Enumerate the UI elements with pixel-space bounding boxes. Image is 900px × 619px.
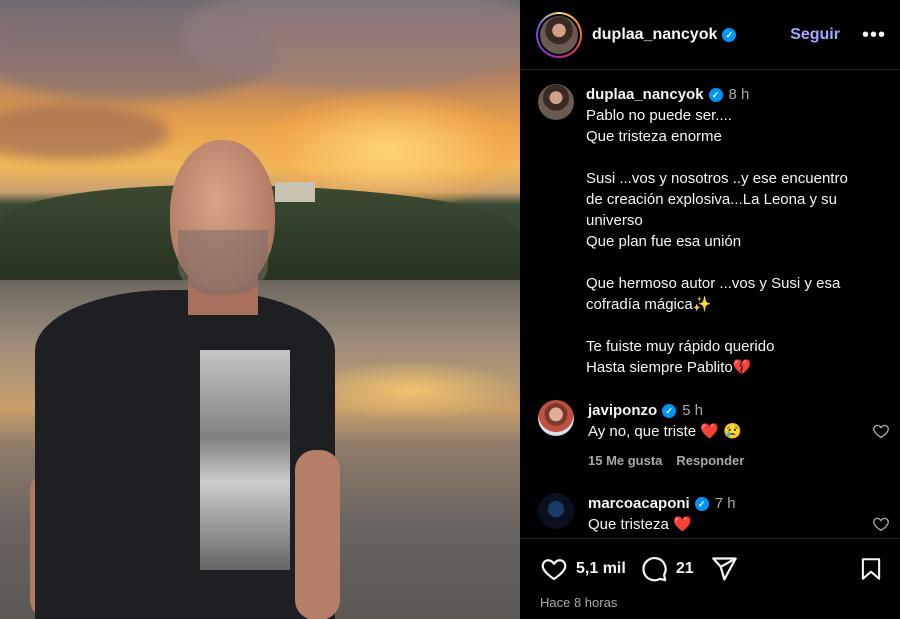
post-caption: duplaa_nancyok ✓ 8 h Pablo no puede ser...… (520, 70, 900, 378)
verified-badge-icon: ✓ (722, 27, 737, 42)
comment-item: javiponzo ✓ 5 h Ay no, que triste ❤️ 😢 15 … (520, 400, 900, 471)
tshirt (35, 290, 335, 619)
post-side-panel: duplaa_nancyok ✓ Seguir ••• duplaa_nancyo… (520, 0, 900, 619)
bookmark-icon[interactable] (858, 555, 884, 583)
comment-time: 5 h (682, 402, 704, 419)
verified-badge-icon: ✓ (694, 497, 709, 511)
person (30, 140, 350, 619)
caption-line: Que hermoso autor ...vos y Susi y esa (586, 275, 841, 292)
comments-count[interactable]: 21 (676, 560, 694, 578)
caption-line: Que tristeza enorme (586, 128, 722, 145)
like-comment-heart-icon[interactable] (872, 422, 890, 440)
caption-line: Susi ...vos y nosotros ..y ese encuentro (586, 170, 848, 187)
posted-time: Hace 8 horas (540, 595, 618, 610)
post-header: duplaa_nancyok ✓ Seguir ••• (520, 0, 900, 70)
comment-text: Ay no, que triste ❤️ 😢 (588, 423, 742, 440)
commenter-username[interactable]: marcoacaponi (588, 495, 690, 512)
follow-button[interactable]: Seguir (790, 26, 840, 44)
post-photo[interactable] (0, 0, 520, 619)
comment-text: Que tristeza ❤️ (588, 516, 692, 533)
more-options-icon[interactable]: ••• (862, 25, 886, 45)
right-arm (295, 450, 340, 619)
commenter-avatar[interactable] (538, 400, 574, 436)
heart-icon[interactable] (540, 555, 568, 583)
caption-line: cofradía mágica✨ (586, 296, 712, 313)
comment-likes[interactable]: 15 Me gusta (588, 453, 662, 468)
instagram-post-view: duplaa_nancyok ✓ Seguir ••• duplaa_nancyo… (0, 0, 900, 619)
caption-avatar[interactable] (538, 84, 574, 120)
post-footer: 5,1 mil 21 Hace 8 horas (520, 538, 900, 619)
share-action[interactable] (710, 555, 738, 583)
verified-badge-icon: ✓ (708, 88, 723, 102)
save-action[interactable] (858, 555, 884, 583)
action-bar: 5,1 mil 21 (520, 539, 900, 583)
caption-line (586, 147, 848, 168)
author-username[interactable]: duplaa_nancyok ✓ (592, 26, 737, 44)
caption-line (586, 315, 848, 336)
caption-line: Te fuiste muy rápido querido (586, 338, 775, 355)
caption-line: de creación explosiva...La Leona y su (586, 191, 837, 208)
comment-time: 7 h (714, 495, 736, 512)
caption-line: Hasta siempre Pablito💔 (586, 359, 752, 376)
comments-scroll-area[interactable]: duplaa_nancyok ✓ 8 h Pablo no puede ser...… (520, 70, 900, 538)
comment-item: marcoacaponi ✓ 7 h Que tristeza ❤️ (520, 493, 900, 535)
comment-action[interactable]: 21 (640, 555, 694, 583)
like-comment-heart-icon[interactable] (872, 515, 890, 533)
beard (178, 230, 268, 295)
author-avatar[interactable] (540, 15, 578, 54)
caption-time: 8 h (728, 86, 750, 103)
verified-badge-icon: ✓ (662, 404, 677, 418)
shirt-print (200, 350, 290, 570)
share-icon[interactable] (710, 555, 738, 583)
commenter-avatar[interactable] (538, 493, 574, 529)
caption-line (586, 252, 848, 273)
caption-line: universo (586, 212, 643, 229)
caption-line: Pablo no puede ser.... (586, 107, 732, 124)
story-ring[interactable] (536, 11, 582, 58)
like-action[interactable]: 5,1 mil (540, 555, 626, 583)
caption-line: Que plan fue esa unión (586, 233, 742, 250)
likes-count[interactable]: 5,1 mil (576, 560, 626, 578)
caption-username[interactable]: duplaa_nancyok (586, 86, 704, 103)
commenter-username[interactable]: javiponzo (588, 402, 657, 419)
comment-icon[interactable] (640, 555, 668, 583)
reply-button[interactable]: Responder (676, 453, 744, 468)
